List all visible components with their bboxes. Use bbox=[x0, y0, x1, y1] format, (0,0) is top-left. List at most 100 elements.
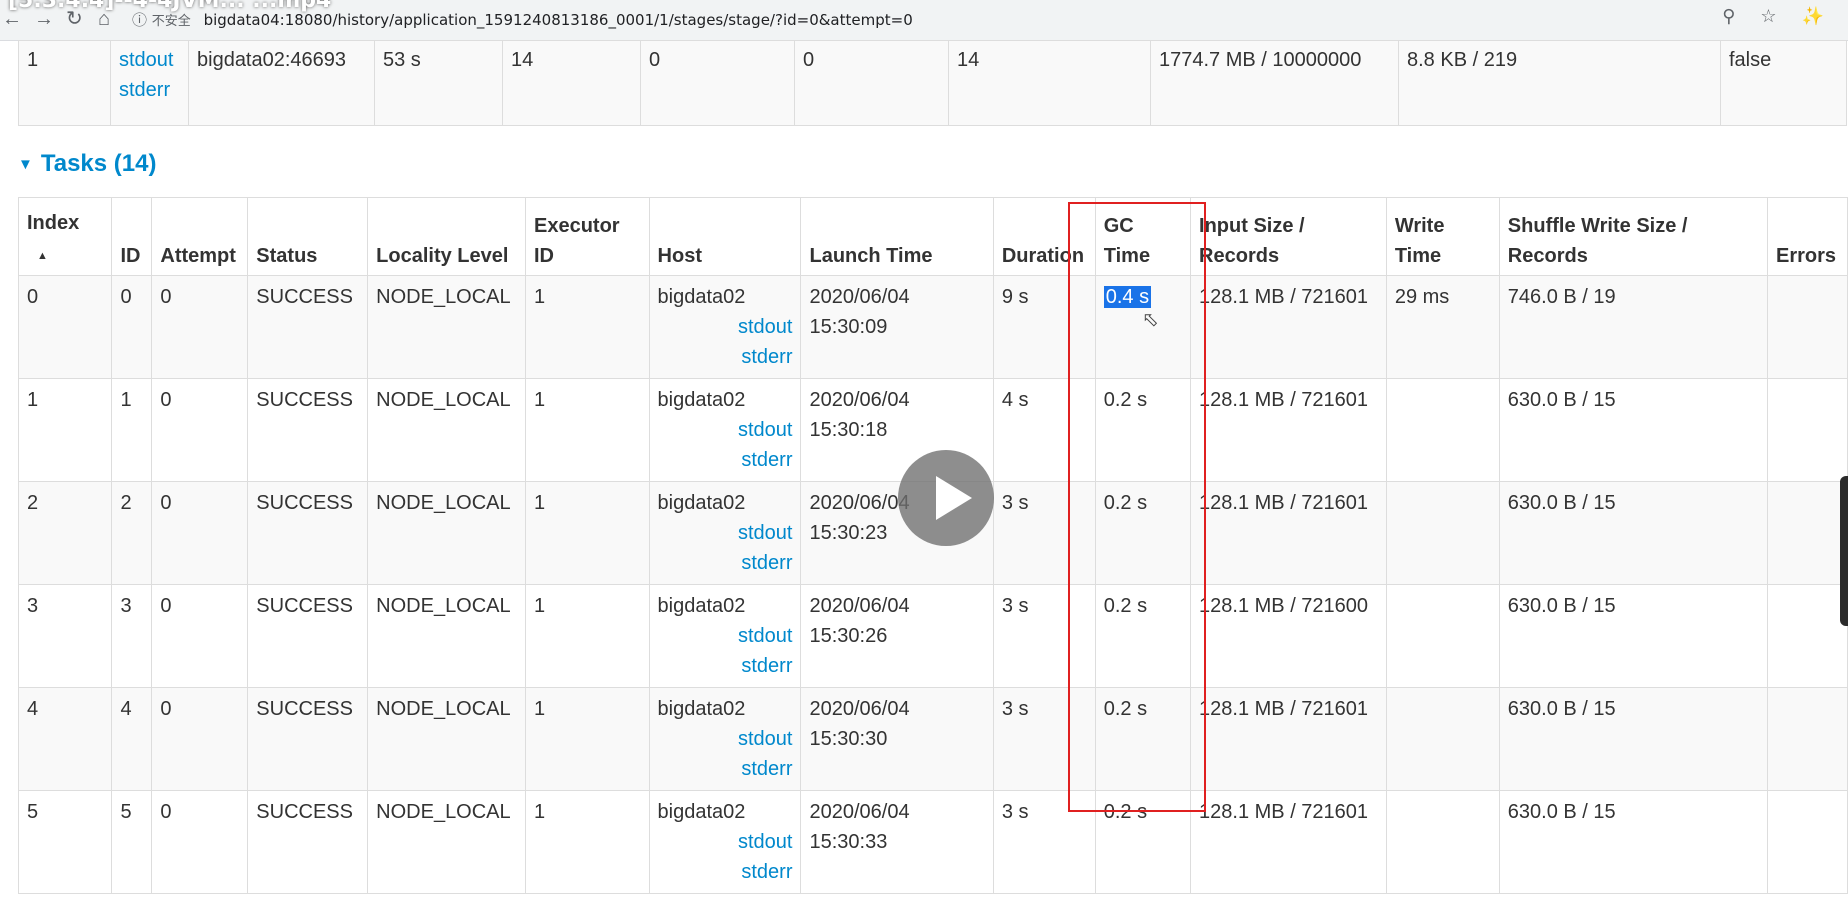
sort-ascending-icon: ▲ bbox=[37, 250, 48, 262]
task-host: bigdata02 stdout stderr bbox=[648, 481, 802, 585]
task-index: 4 bbox=[17, 687, 113, 791]
task-launch-clock: 15:30:33 bbox=[809, 831, 888, 853]
tasks-header-row: Index ▲ ID Attempt Status Locality Level … bbox=[17, 197, 1848, 276]
task-input-size: 128.1 MB / 721601 bbox=[1190, 687, 1387, 791]
bookmark-star-icon[interactable]: ☆ bbox=[1760, 6, 1776, 26]
task-stdout-link[interactable]: stdout bbox=[658, 518, 792, 548]
task-index: 3 bbox=[17, 584, 113, 688]
task-executor-id: 1 bbox=[525, 275, 650, 379]
task-host: bigdata02 stdout stderr bbox=[648, 790, 802, 894]
task-errors bbox=[1766, 481, 1848, 585]
task-gc-time: 0.2 s bbox=[1094, 687, 1192, 791]
task-stderr-link[interactable]: stderr bbox=[658, 445, 792, 475]
task-host-name: bigdata02 bbox=[657, 492, 746, 514]
task-stdout-link[interactable]: stdout bbox=[658, 724, 792, 754]
tasks-section-toggle[interactable]: ▼ Tasks (14) bbox=[18, 150, 156, 178]
task-host-name: bigdata02 bbox=[657, 595, 746, 617]
task-status: SUCCESS bbox=[247, 687, 369, 791]
task-duration: 3 s bbox=[992, 687, 1096, 791]
task-stdout-link[interactable]: stdout bbox=[658, 621, 792, 651]
task-launch-clock: 15:30:09 bbox=[809, 316, 888, 338]
back-icon[interactable]: ← bbox=[2, 6, 22, 32]
task-attempt: 0 bbox=[151, 584, 249, 688]
stdout-link[interactable]: stdout bbox=[119, 45, 180, 75]
host-column-header[interactable]: Host bbox=[648, 197, 802, 276]
task-write-time bbox=[1385, 481, 1500, 585]
index-column-header[interactable]: Index ▲ bbox=[17, 197, 113, 276]
id-column-header[interactable]: ID bbox=[111, 197, 153, 276]
reload-icon[interactable]: ↻ bbox=[66, 6, 83, 32]
task-stdout-link[interactable]: stdout bbox=[658, 312, 792, 342]
task-gc-time: 0.2 s bbox=[1094, 481, 1192, 585]
task-stderr-link[interactable]: stderr bbox=[658, 857, 792, 887]
launch-time-column-header[interactable]: Launch Time bbox=[800, 197, 994, 276]
locality-column-header[interactable]: Locality Level bbox=[367, 197, 526, 276]
attempt-column-header[interactable]: Attempt bbox=[151, 197, 249, 276]
task-stderr-link[interactable]: stderr bbox=[658, 754, 792, 784]
write-time-column-header[interactable]: Write Time bbox=[1385, 197, 1500, 276]
home-icon[interactable]: ⌂ bbox=[98, 6, 110, 32]
zoom-icon[interactable]: ⚲ bbox=[1722, 6, 1735, 26]
task-shuffle-write: 630.0 B / 15 bbox=[1498, 481, 1768, 585]
task-launch-time: 2020/06/04 15:30:09 bbox=[800, 275, 994, 379]
errors-column-header[interactable]: Errors bbox=[1766, 197, 1848, 276]
task-host-name: bigdata02 bbox=[657, 698, 746, 720]
task-launch-date: 2020/06/04 bbox=[809, 286, 910, 308]
task-shuffle-write: 630.0 B / 15 bbox=[1498, 584, 1768, 688]
shuffle-write-column-header[interactable]: Shuffle Write Size / Records bbox=[1498, 197, 1768, 276]
task-write-time bbox=[1385, 378, 1500, 482]
play-icon[interactable] bbox=[898, 450, 994, 546]
task-locality: NODE_LOCAL bbox=[367, 481, 526, 585]
executor-shuffle-write: 8.8 KB / 219 bbox=[1398, 40, 1721, 126]
task-status: SUCCESS bbox=[247, 481, 369, 585]
task-gc-time-value: 0.2 s bbox=[1103, 389, 1148, 411]
task-id: 0 bbox=[111, 275, 153, 379]
duration-column-header[interactable]: Duration bbox=[992, 197, 1096, 276]
caret-down-icon: ▼ bbox=[18, 156, 33, 173]
task-stderr-link[interactable]: stderr bbox=[658, 651, 792, 681]
task-id: 3 bbox=[111, 584, 153, 688]
task-launch-time: 2020/06/04 15:30:33 bbox=[800, 790, 994, 894]
mouse-cursor-icon: ⬁ bbox=[1142, 309, 1159, 331]
task-stderr-link[interactable]: stderr bbox=[658, 548, 792, 578]
task-locality: NODE_LOCAL bbox=[367, 584, 526, 688]
task-duration: 3 s bbox=[992, 481, 1096, 585]
forward-icon[interactable]: → bbox=[34, 6, 54, 32]
task-launch-time: 2020/06/04 15:30:26 bbox=[800, 584, 994, 688]
executor-address: bigdata02:46693 bbox=[188, 40, 375, 126]
task-status: SUCCESS bbox=[247, 275, 369, 379]
task-stdout-link[interactable]: stdout bbox=[658, 415, 792, 445]
address-bar[interactable]: ⓘ 不安全 bigdata04:18080/history/applicatio… bbox=[132, 8, 1692, 32]
extension-icon[interactable]: ✨ bbox=[1802, 6, 1824, 26]
stderr-link[interactable]: stderr bbox=[119, 75, 180, 105]
scroll-handle[interactable] bbox=[1840, 476, 1848, 626]
gc-time-column-header[interactable]: GC Time bbox=[1094, 197, 1192, 276]
tasks-table: Index ▲ ID Attempt Status Locality Level … bbox=[17, 197, 1848, 894]
task-write-time bbox=[1385, 584, 1500, 688]
executor-id: 1 bbox=[18, 40, 111, 126]
task-host-name: bigdata02 bbox=[657, 389, 746, 411]
task-gc-time-value: 0.2 s bbox=[1103, 492, 1148, 514]
task-locality: NODE_LOCAL bbox=[367, 687, 526, 791]
url-text[interactable]: bigdata04:18080/history/application_1591… bbox=[204, 11, 913, 29]
task-gc-time: 0.2 s bbox=[1094, 378, 1192, 482]
task-gc-time-value: 0.4 s bbox=[1103, 286, 1152, 308]
task-gc-time-value: 0.2 s bbox=[1103, 801, 1148, 823]
task-write-time bbox=[1385, 790, 1500, 894]
status-column-header[interactable]: Status bbox=[247, 197, 369, 276]
task-index: 5 bbox=[17, 790, 113, 894]
task-gc-time: 0.2 s bbox=[1094, 584, 1192, 688]
task-write-time bbox=[1385, 687, 1500, 791]
input-size-column-header[interactable]: Input Size / Records bbox=[1190, 197, 1387, 276]
task-stderr-link[interactable]: stderr bbox=[658, 342, 792, 372]
task-attempt: 0 bbox=[151, 378, 249, 482]
task-errors bbox=[1766, 584, 1848, 688]
task-executor-id: 1 bbox=[525, 790, 650, 894]
task-input-size: 128.1 MB / 721600 bbox=[1190, 584, 1387, 688]
task-row: 0 0 0 SUCCESS NODE_LOCAL 1 bigdata02 std… bbox=[17, 275, 1848, 379]
executor-id-column-header[interactable]: Executor ID bbox=[525, 197, 650, 276]
task-index: 1 bbox=[17, 378, 113, 482]
info-icon[interactable]: ⓘ bbox=[132, 11, 147, 29]
task-stdout-link[interactable]: stdout bbox=[658, 827, 792, 857]
task-shuffle-write: 630.0 B / 15 bbox=[1498, 790, 1768, 894]
